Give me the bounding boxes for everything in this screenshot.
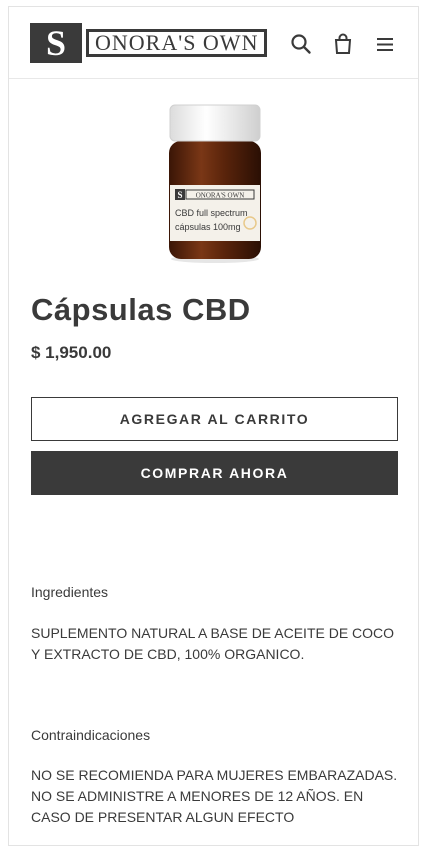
page-frame: S ONORA'S OWN S ONORA'S OWN CBD full spe… — [8, 6, 419, 846]
logo-text: ONORA'S OWN — [86, 29, 268, 57]
product-title: Cápsulas CBD — [31, 292, 251, 327]
site-logo[interactable]: S ONORA'S OWN — [30, 23, 268, 63]
bottle-label-letter: S — [177, 190, 182, 200]
buy-now-button[interactable]: COMPRAR AHORA — [31, 451, 398, 495]
ingredients-heading: Ingredientes — [31, 584, 109, 600]
menu-icon[interactable] — [374, 33, 396, 55]
site-header: S ONORA'S OWN — [9, 7, 418, 79]
contraindications-heading: Contraindicaciones — [31, 727, 151, 743]
cart-icon[interactable] — [332, 33, 354, 55]
add-to-cart-button[interactable]: AGREGAR AL CARRITO — [31, 397, 398, 441]
bottle-label-line2: cápsulas 100mg — [175, 222, 241, 232]
logo-letter: S — [30, 23, 82, 63]
product-price: $ 1,950.00 — [31, 343, 112, 362]
bottle-label-line1: CBD full spectrum — [175, 208, 248, 218]
contraindications-text: NO SE RECOMIENDA PARA MUJERES EMBARAZADA… — [31, 767, 398, 825]
ingredients-text: SUPLEMENTO NATURAL A BASE DE ACEITE DE C… — [31, 625, 395, 662]
product-image[interactable]: S ONORA'S OWN CBD full spectrum cápsulas… — [159, 103, 271, 265]
bottle-label-brand: ONORA'S OWN — [196, 192, 245, 200]
search-icon[interactable] — [290, 33, 312, 55]
